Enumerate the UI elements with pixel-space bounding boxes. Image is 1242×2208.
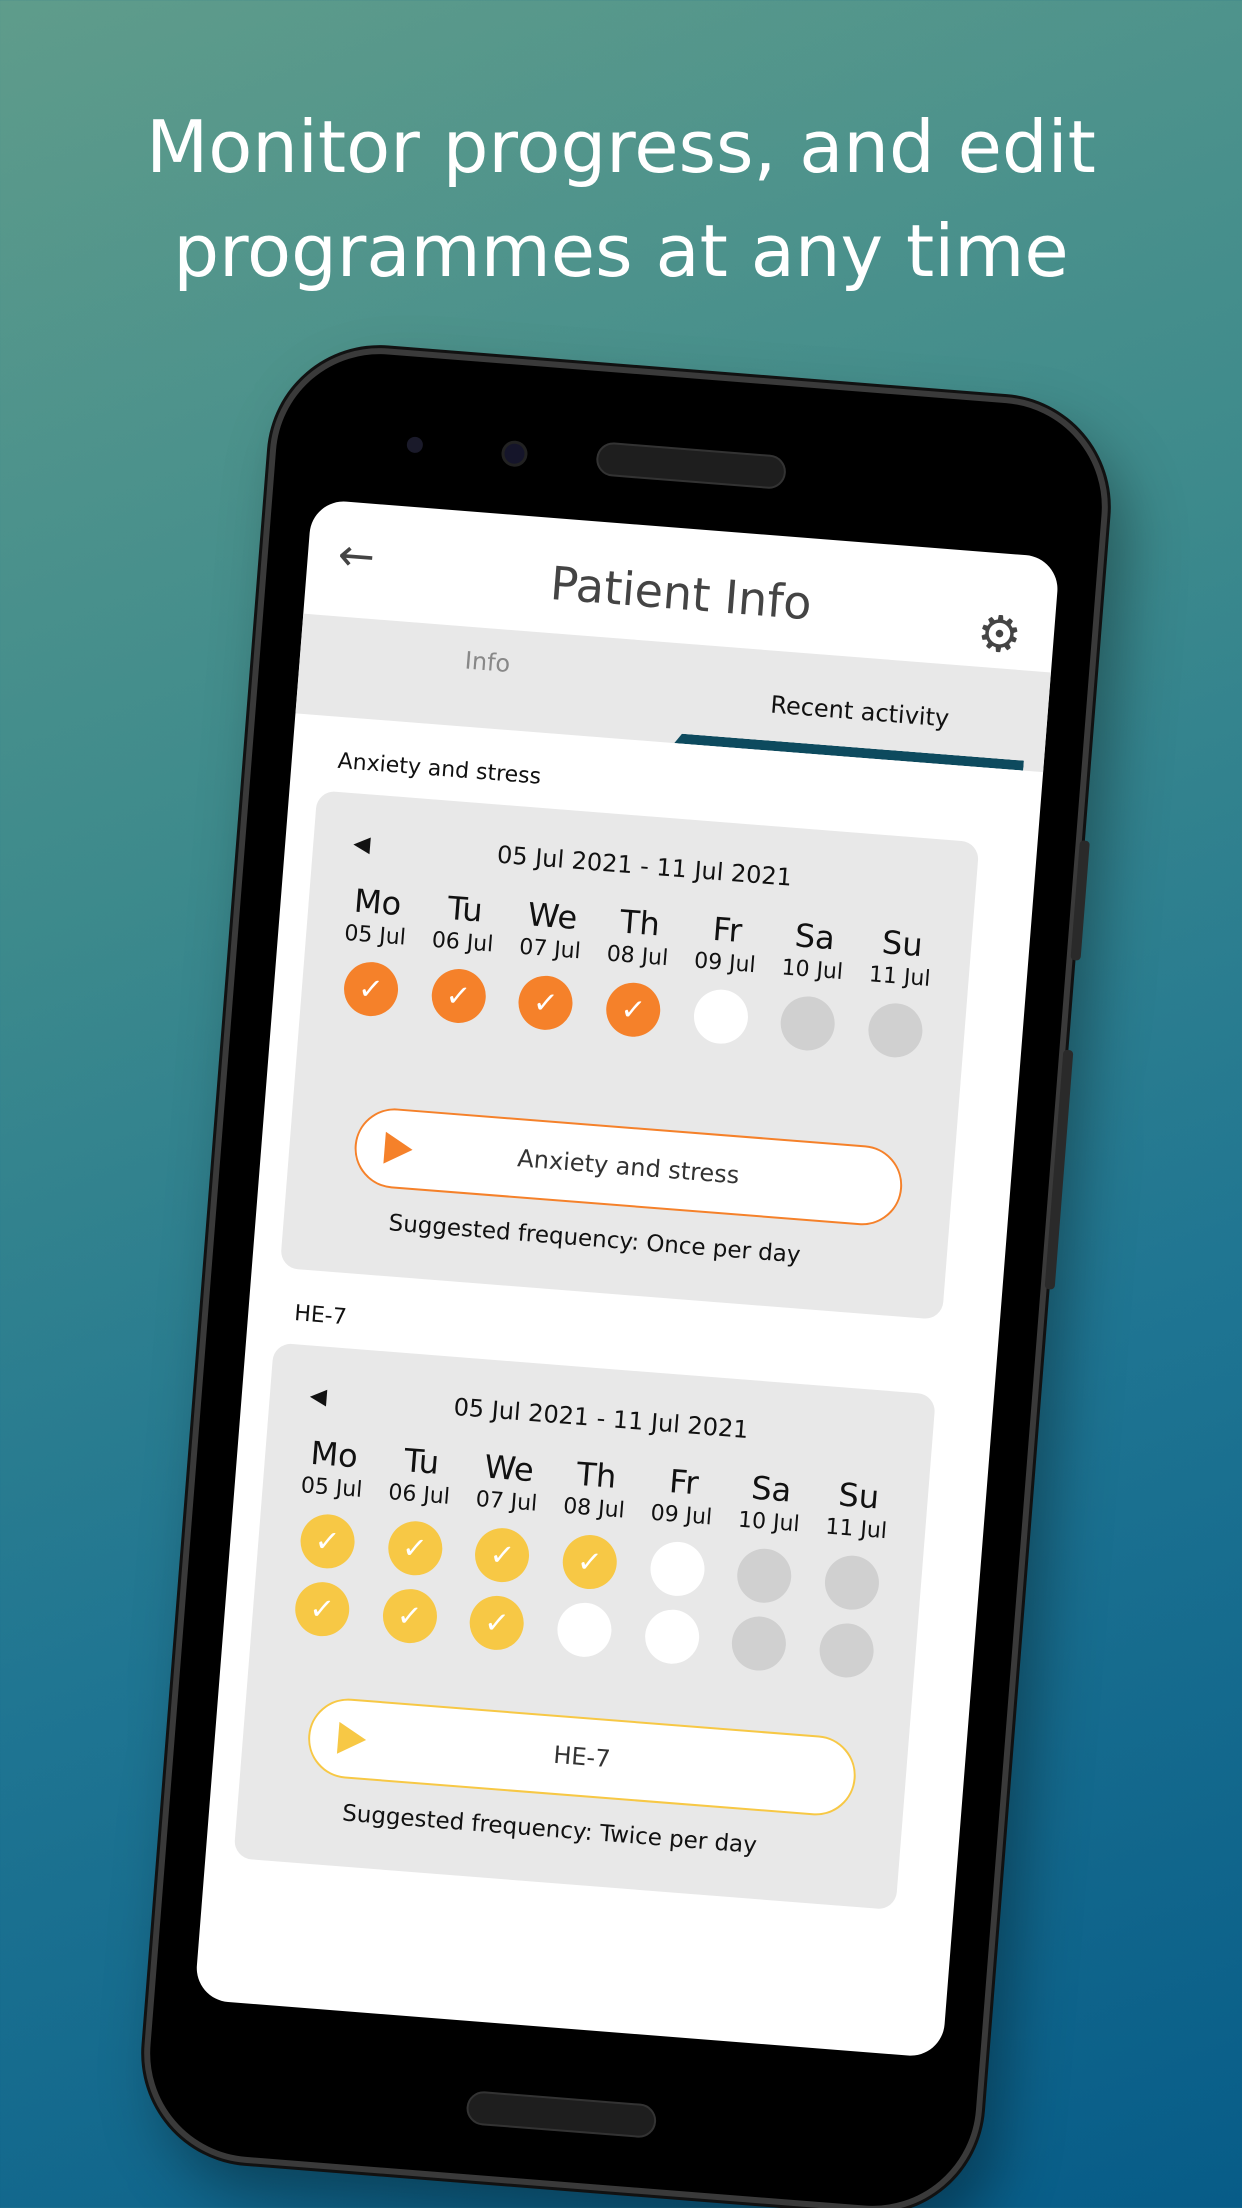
day-name: Mo bbox=[309, 1433, 360, 1476]
session-done-indicator: ✓ bbox=[467, 1593, 526, 1652]
day-column: Fr 09 Jul bbox=[630, 1460, 726, 1667]
day-column: Sa 10 Jul bbox=[766, 915, 856, 1054]
day-date: 11 Jul bbox=[824, 1514, 888, 1545]
check-icon: ✓ bbox=[531, 984, 560, 1022]
check-icon: ✓ bbox=[356, 970, 385, 1008]
previous-week-icon[interactable]: ◀ bbox=[352, 831, 371, 857]
session-done-indicator: ✓ bbox=[429, 966, 488, 1026]
session-future-indicator bbox=[817, 1621, 876, 1680]
programme-button-label: HE-7 bbox=[552, 1740, 612, 1774]
session-done-indicator: ✓ bbox=[473, 1526, 532, 1585]
session-pending-indicator bbox=[691, 987, 750, 1046]
day-column: Th 08 Jul ✓ bbox=[542, 1453, 638, 1660]
programme-card: ◀ 05 Jul 2021 - 11 Jul 2021 Mo 05 Jul ✓ ✓ … bbox=[233, 1342, 936, 1911]
gear-icon[interactable]: ⚙ bbox=[975, 604, 1024, 665]
camera-icon bbox=[406, 436, 424, 454]
day-name: We bbox=[526, 895, 579, 937]
check-icon: ✓ bbox=[619, 991, 648, 1029]
session-done-indicator: ✓ bbox=[293, 1580, 352, 1639]
day-date: 10 Jul bbox=[737, 1507, 801, 1538]
week-days: Mo 05 Jul ✓ ✓ Tu 06 Jul ✓ ✓ We 07 Jul ✓ ✓ Th 0… bbox=[271, 1432, 909, 1681]
programme-list: Anxiety and stress ◀ 05 Jul 2021 - 11 Ju… bbox=[206, 745, 1041, 1914]
day-column: Tu 06 Jul ✓ bbox=[416, 887, 506, 1026]
day-name: Tu bbox=[402, 1441, 441, 1482]
day-date: 06 Jul bbox=[430, 927, 495, 958]
check-icon: ✓ bbox=[444, 977, 473, 1015]
session-done-indicator: ✓ bbox=[380, 1587, 439, 1646]
day-name: Su bbox=[880, 923, 925, 965]
day-date: 05 Jul bbox=[343, 920, 407, 951]
session-future-indicator bbox=[779, 994, 838, 1053]
volume-button bbox=[1044, 1049, 1074, 1290]
day-column: Tu 06 Jul ✓ ✓ bbox=[368, 1439, 464, 1646]
session-future-indicator bbox=[822, 1553, 882, 1612]
day-date: 10 Jul bbox=[780, 955, 844, 986]
day-date: 06 Jul bbox=[387, 1480, 451, 1510]
session-done-indicator: ✓ bbox=[298, 1512, 357, 1571]
day-date: 07 Jul bbox=[518, 934, 582, 965]
check-icon: ✓ bbox=[488, 1536, 517, 1574]
play-icon bbox=[336, 1721, 368, 1756]
check-icon: ✓ bbox=[400, 1529, 429, 1567]
programme-button-label: Anxiety and stress bbox=[516, 1144, 741, 1190]
check-icon: ✓ bbox=[575, 1543, 604, 1581]
session-done-indicator: ✓ bbox=[516, 973, 575, 1032]
camera-icon bbox=[500, 439, 529, 468]
check-icon: ✓ bbox=[308, 1590, 336, 1628]
earpiece-speaker bbox=[595, 441, 788, 490]
day-column: Fr 09 Jul bbox=[679, 908, 769, 1047]
session-pending-indicator bbox=[648, 1539, 707, 1598]
session-done-indicator: ✓ bbox=[604, 980, 663, 1039]
check-icon: ✓ bbox=[395, 1597, 424, 1635]
day-date: 07 Jul bbox=[474, 1486, 539, 1517]
day-column: Su 11 Jul bbox=[853, 922, 943, 1061]
day-name: Sa bbox=[793, 916, 837, 958]
week-days: Mo 05 Jul ✓ Tu 06 Jul ✓ We 07 Jul ✓ Th 08 J… bbox=[320, 880, 953, 1062]
day-name: Th bbox=[575, 1454, 618, 1496]
start-programme-button[interactable]: HE-7 bbox=[305, 1695, 859, 1819]
day-name: Fr bbox=[711, 909, 744, 950]
day-date: 05 Jul bbox=[299, 1473, 364, 1503]
app-screen: ← Patient Info ⚙ Info Recent activity An… bbox=[194, 498, 1060, 2059]
session-future-indicator bbox=[730, 1614, 789, 1673]
session-pending-indicator bbox=[555, 1600, 614, 1659]
day-name: Sa bbox=[750, 1468, 793, 1510]
session-future-indicator bbox=[735, 1546, 794, 1605]
day-name: Th bbox=[618, 902, 662, 944]
start-programme-button[interactable]: Anxiety and stress bbox=[351, 1105, 906, 1229]
phone-frame: ← Patient Info ⚙ Info Recent activity An… bbox=[135, 339, 1117, 2208]
day-date: 11 Jul bbox=[868, 962, 932, 992]
previous-week-icon[interactable]: ◀ bbox=[309, 1383, 328, 1409]
bottom-speaker bbox=[465, 2090, 658, 2139]
day-date: 09 Jul bbox=[649, 1500, 713, 1531]
session-done-indicator: ✓ bbox=[341, 960, 400, 1019]
headline: Monitor progress, and edit programmes at… bbox=[146, 105, 1096, 293]
day-name: We bbox=[482, 1447, 536, 1490]
programme-card: ◀ 05 Jul 2021 - 11 Jul 2021 Mo 05 Jul ✓ T… bbox=[279, 790, 980, 1320]
session-pending-indicator bbox=[642, 1607, 701, 1666]
day-date: 08 Jul bbox=[562, 1493, 626, 1524]
play-icon bbox=[383, 1131, 414, 1166]
day-column: Sa 10 Jul bbox=[717, 1467, 813, 1674]
day-name: Tu bbox=[446, 888, 485, 930]
day-name: Fr bbox=[667, 1462, 701, 1503]
day-column: Mo 05 Jul ✓ ✓ bbox=[280, 1433, 376, 1640]
session-done-indicator: ✓ bbox=[560, 1532, 619, 1592]
day-column: Su 11 Jul bbox=[805, 1474, 901, 1681]
session-future-indicator bbox=[866, 1001, 925, 1060]
day-date: 08 Jul bbox=[605, 941, 670, 972]
power-button bbox=[1070, 840, 1090, 961]
day-column: Mo 05 Jul ✓ bbox=[329, 880, 419, 1019]
check-icon: ✓ bbox=[483, 1604, 511, 1642]
session-done-indicator: ✓ bbox=[385, 1519, 444, 1578]
day-column: Th 08 Jul ✓ bbox=[591, 901, 681, 1040]
day-name: Su bbox=[837, 1475, 881, 1517]
day-column: We 07 Jul ✓ ✓ bbox=[455, 1446, 551, 1653]
day-name: Mo bbox=[352, 881, 403, 924]
check-icon: ✓ bbox=[313, 1522, 342, 1560]
day-date: 09 Jul bbox=[693, 948, 757, 979]
day-column: We 07 Jul ✓ bbox=[504, 894, 594, 1033]
